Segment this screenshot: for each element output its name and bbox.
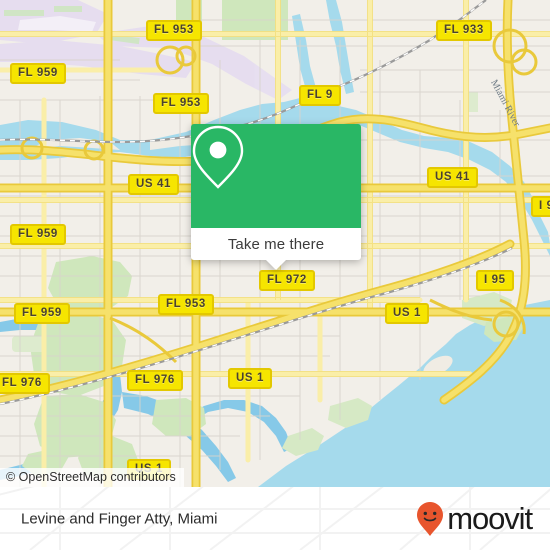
map-canvas[interactable]: FL 953 FL 933 FL 959 FL 953 FL 9 US 41 U… [0,0,550,487]
road-shield: US 41 [427,167,478,188]
road-shield: FL 959 [14,303,70,324]
road-shield: US 41 [128,174,179,195]
footer-bar: Levine and Finger Atty, Miami moovit [0,487,550,550]
road-shield: US 1 [385,303,429,324]
road-shield: FL 933 [436,20,492,41]
road-shield: FL 953 [158,294,214,315]
road-shield: FL 976 [127,370,183,391]
moovit-wordmark: moovit [447,501,533,536]
popup-tail [266,260,286,270]
place-title: Levine and Finger Atty, Miami [21,510,218,527]
moovit-brand[interactable]: moovit [415,501,533,537]
popup-image-area [191,124,361,228]
road-shield: I 9 [531,196,550,217]
moovit-place-map-card: FL 953 FL 933 FL 959 FL 953 FL 9 US 41 U… [0,0,550,550]
take-me-there-button[interactable]: Take me there [191,228,361,260]
road-shield: FL 959 [10,224,66,245]
road-shield: FL 9 [299,85,341,106]
road-shield: FL 976 [0,373,50,394]
road-shield: FL 972 [259,270,315,291]
road-shield: FL 953 [146,20,202,41]
road-shield: US 1 [228,368,272,389]
map-attribution[interactable]: © OpenStreetMap contributors [0,468,184,487]
map-pin-icon [192,125,244,189]
road-shield: I 95 [476,270,514,291]
place-popup-card[interactable]: Take me there [191,124,361,270]
moovit-smiling-pin-icon [417,501,444,536]
take-me-there-label: Take me there [227,235,325,253]
road-shield: FL 953 [153,93,209,114]
road-shield: FL 959 [10,63,66,84]
